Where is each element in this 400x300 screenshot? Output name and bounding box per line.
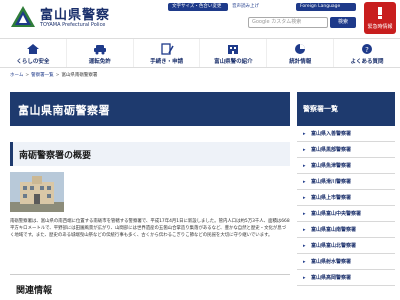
- emergency-label: 緊急時情報: [367, 24, 393, 30]
- nav-item-faq[interactable]: ? よくある質問: [334, 39, 400, 67]
- section-title: 南砺警察署の概要: [19, 151, 92, 161]
- sidebar-station-list: 警察署一覧 ▸ 富山県入善警察署 ▸ 富山県黒部警察署 ▸ 富山県魚津警察署 ▸ 富山県…: [297, 92, 395, 300]
- home-icon: [26, 44, 39, 54]
- page-title-banner: 富山県南砺警察署: [10, 92, 290, 126]
- emergency-info-button[interactable]: 緊急時情報: [364, 2, 396, 34]
- sidebar-item-toyama-kita[interactable]: ▸ 富山県富山北警察署: [297, 238, 395, 254]
- sidebar-item-label: 富山県富山北警察署: [311, 243, 357, 249]
- police-emblem-icon: [11, 6, 35, 27]
- building-photo-image: [10, 172, 64, 212]
- police-station-photo: [10, 172, 64, 212]
- section-heading-related: 関連情報: [10, 274, 290, 300]
- chevron-right-icon: ▸: [303, 275, 306, 281]
- sidebar-list: ▸ 富山県入善警察署 ▸ 富山県黒部警察署 ▸ 富山県魚津警察署 ▸ 富山県滑川警察署 …: [297, 126, 395, 286]
- breadcrumb-home[interactable]: ホーム: [10, 73, 23, 78]
- nav-label: 統計情報: [289, 59, 312, 65]
- pie-chart-icon: [295, 44, 306, 54]
- nav-label: 運転免許: [88, 59, 111, 65]
- sidebar-item-label: 富山県富山中央警察署: [311, 211, 362, 217]
- sidebar-title: 警察署一覧: [303, 105, 338, 113]
- nav-item-procedures[interactable]: 手続き・申請: [134, 39, 201, 67]
- site-title: 富山県警察: [40, 8, 111, 23]
- chevron-right-icon: ▸: [303, 163, 306, 169]
- nav-label: 手続き・申請: [150, 59, 184, 65]
- chevron-right-icon: ▸: [303, 243, 306, 249]
- sidebar-item-label: 富山県射水警察署: [311, 259, 352, 265]
- search-input[interactable]: Google カスタム検索: [248, 17, 328, 28]
- breadcrumb-current: 富山県南砺警察署: [61, 73, 98, 78]
- sidebar-item-label: 富山県入善警察署: [311, 131, 352, 137]
- nav-item-about[interactable]: 富山県警の紹介: [200, 39, 268, 67]
- voice-reader-button[interactable]: 音声読み上げ: [228, 3, 262, 11]
- chevron-right-icon: ▸: [303, 195, 306, 201]
- foreign-language-button[interactable]: Foreign Language: [296, 3, 356, 11]
- search-button[interactable]: 検索: [330, 17, 356, 28]
- nav-item-safety[interactable]: くらしの安全: [0, 39, 67, 67]
- building-icon: [228, 45, 239, 54]
- chevron-right-icon: ▸: [303, 259, 306, 265]
- site-header: 富山県警察 TOYAMA Prefectural Police 文字サイズ・色合…: [0, 0, 400, 36]
- nav-item-statistics[interactable]: 統計情報: [267, 39, 335, 67]
- sidebar-item-takaoka[interactable]: ▸ 富山県高岡警察署: [297, 270, 395, 286]
- section-heading-overview: 南砺警察署の概要: [10, 142, 290, 166]
- nav-item-license[interactable]: 運転免許: [67, 39, 134, 67]
- sidebar-item-nyuzen[interactable]: ▸ 富山県入善警察署: [297, 126, 395, 142]
- breadcrumb: ホーム > 警察署一覧 > 富山県南砺警察署: [10, 72, 97, 78]
- nav-label: よくある質問: [350, 59, 384, 65]
- alert-icon: [378, 7, 382, 19]
- chevron-right-icon: ▸: [303, 227, 306, 233]
- breadcrumb-separator: >: [55, 73, 60, 78]
- nav-label: くらしの安全: [16, 59, 50, 65]
- text-size-color-button[interactable]: 文字サイズ・色合い変更: [168, 3, 228, 11]
- svg-text:?: ?: [365, 46, 369, 54]
- page-title: 富山県南砺警察署: [18, 104, 110, 117]
- chevron-right-icon: ▸: [303, 211, 306, 217]
- station-description: 南砺警察署は、富山県の南西端に位置する南砺市を管轄する警察署で、平成17年4月1…: [10, 219, 290, 238]
- sidebar-item-toyama-chuo[interactable]: ▸ 富山県富山中央警察署: [297, 206, 395, 222]
- site-subtitle: TOYAMA Prefectural Police: [40, 22, 106, 28]
- related-title: 関連情報: [16, 286, 53, 296]
- breadcrumb-separator: >: [25, 73, 30, 78]
- sidebar-item-label: 富山県高岡警察署: [311, 275, 352, 281]
- chevron-right-icon: ▸: [303, 147, 306, 153]
- sidebar-item-kurobe[interactable]: ▸ 富山県黒部警察署: [297, 142, 395, 158]
- sidebar-item-label: 富山県上市警察署: [311, 195, 352, 201]
- sidebar-item-toyama-minami[interactable]: ▸ 富山県富山南警察署: [297, 222, 395, 238]
- sidebar-item-kamiichi[interactable]: ▸ 富山県上市警察署: [297, 190, 395, 206]
- sidebar-item-label: 富山県黒部警察署: [311, 147, 352, 153]
- sidebar-item-label: 富山県魚津警察署: [311, 163, 352, 169]
- global-nav: くらしの安全 運転免許 手続き・申請 富山県警の紹介 統計情報 ? よくある質問: [0, 38, 400, 68]
- document-pen-icon: [160, 43, 174, 55]
- sidebar-item-label: 富山県富山南警察署: [311, 227, 357, 233]
- sidebar-header: 警察署一覧: [297, 92, 395, 126]
- question-icon: ?: [362, 44, 373, 54]
- chevron-right-icon: ▸: [303, 179, 306, 185]
- sidebar-item-label: 富山県滑川警察署: [311, 179, 352, 185]
- nav-label: 富山県警の紹介: [214, 59, 253, 65]
- chevron-right-icon: ▸: [303, 131, 306, 137]
- sidebar-item-namerikawa[interactable]: ▸ 富山県滑川警察署: [297, 174, 395, 190]
- site-logo[interactable]: 富山県警察 TOYAMA Prefectural Police: [10, 4, 120, 34]
- breadcrumb-station-list[interactable]: 警察署一覧: [31, 73, 54, 78]
- car-icon: [93, 45, 106, 55]
- sidebar-item-uozu[interactable]: ▸ 富山県魚津警察署: [297, 158, 395, 174]
- sidebar-item-imizu[interactable]: ▸ 富山県射水警察署: [297, 254, 395, 270]
